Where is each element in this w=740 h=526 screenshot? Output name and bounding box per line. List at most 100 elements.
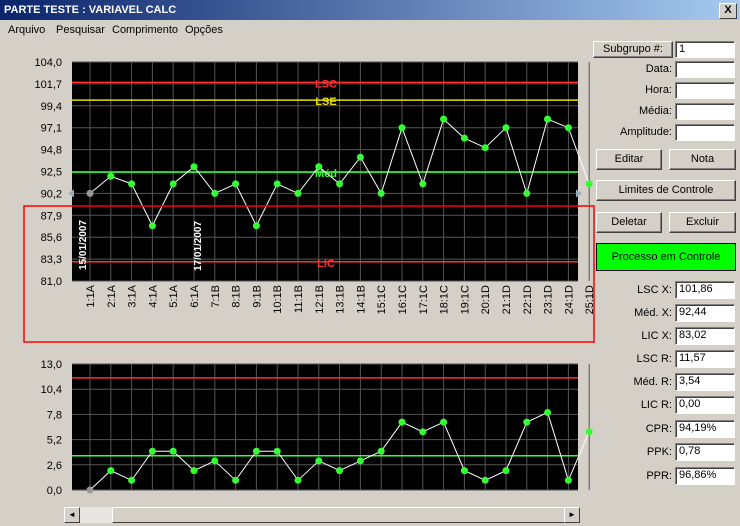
data-point: [440, 418, 448, 426]
range-plot-area: [72, 364, 578, 490]
nota-button[interactable]: Nota: [669, 149, 736, 170]
subgroup-input[interactable]: 1: [675, 41, 735, 58]
data-point: [460, 134, 468, 142]
scroll-left-button[interactable]: ◄: [64, 507, 80, 523]
data-point: [148, 447, 156, 455]
scroll-right-button[interactable]: ►: [564, 507, 580, 523]
y-tick-label: 99,4: [41, 101, 62, 113]
data-point: [377, 447, 385, 455]
y-tick-label: 92,5: [41, 167, 62, 179]
date-label-1: 15/01/2007: [78, 220, 89, 270]
stat-label: Méd. X:: [634, 307, 672, 319]
amplitude-field[interactable]: [675, 124, 735, 141]
date-label-2: 17/01/2007: [193, 221, 204, 271]
data-point: [502, 124, 510, 132]
y-tick-label: 81,0: [41, 276, 62, 288]
data-point: [336, 180, 344, 188]
data-point: [356, 153, 364, 161]
data-point: [440, 115, 448, 123]
x-tick-label: 8:1B: [231, 285, 243, 308]
data-point: [419, 180, 427, 188]
data-point: [585, 428, 593, 436]
stat-label: LSC R:: [636, 353, 672, 365]
deletar-button[interactable]: Deletar: [596, 212, 662, 233]
menu-comprimento[interactable]: Comprimento: [112, 24, 178, 36]
y-tick-label: 5,2: [47, 435, 62, 447]
data-point: [190, 163, 198, 171]
y-tick-label: 85,6: [41, 232, 62, 244]
media-label: Média:: [638, 105, 672, 117]
hora-field[interactable]: [675, 82, 735, 99]
data-point: [232, 476, 240, 484]
scroll-thumb[interactable]: [112, 507, 577, 523]
stat-label: LIC X:: [641, 330, 672, 342]
x-tick-label: 16:1C: [397, 285, 409, 314]
data-point: [252, 447, 260, 455]
title-bar: PARTE TESTE : VARIAVEL CALC X: [0, 0, 740, 20]
y-tick-label: 104,0: [34, 57, 62, 69]
stat-value: 3,54: [675, 373, 735, 391]
limites-button[interactable]: Limites de Controle: [596, 180, 736, 201]
data-point: [544, 115, 552, 123]
stat-value: 0,00: [675, 396, 735, 414]
data-point: [273, 447, 281, 455]
data-point: [356, 457, 364, 465]
media-field[interactable]: [675, 103, 735, 120]
data-point: [502, 467, 510, 475]
stat-label: CPR:: [645, 423, 672, 435]
close-button[interactable]: X: [719, 3, 737, 19]
x-tick-label: 6:1A: [189, 284, 201, 307]
stat-value: 11,57: [675, 350, 735, 368]
data-point: [169, 447, 177, 455]
stat-value: 0,78: [675, 443, 735, 461]
data-point: [294, 189, 302, 197]
y-tick-label: 2,6: [47, 460, 62, 472]
stat-value: 92,44: [675, 304, 735, 322]
data-point: [544, 408, 552, 416]
menu-bar: Arquivo Pesquisar Comprimento Opções: [0, 21, 740, 39]
subgroup-button[interactable]: Subgrupo #:: [593, 41, 673, 58]
window-title: PARTE TESTE : VARIAVEL CALC: [4, 4, 177, 16]
excluir-button[interactable]: Excluir: [669, 212, 736, 233]
stat-label: LIC R:: [640, 399, 672, 411]
y-tick-label: 94,8: [41, 145, 62, 157]
data-point: [128, 476, 136, 484]
data-point: [252, 222, 260, 230]
y-tick-label: 10,4: [41, 384, 62, 396]
data-point: [523, 418, 531, 426]
data-field[interactable]: [675, 61, 735, 78]
data-point: [564, 124, 572, 132]
data-point: [86, 189, 94, 197]
x-tick-label: 22:1D: [522, 285, 534, 314]
data-point: [107, 467, 115, 475]
menu-arquivo[interactable]: Arquivo: [8, 24, 45, 36]
menu-opcoes[interactable]: Opções: [185, 24, 223, 36]
data-point: [211, 189, 219, 197]
data-point: [481, 144, 489, 152]
x-tick-label: 2:1A: [106, 284, 118, 307]
x-tick-label: 24:1D: [563, 285, 575, 314]
x-tick-label: 14:1B: [355, 285, 367, 314]
data-point: [315, 457, 323, 465]
data-point: [148, 222, 156, 230]
data-point: [377, 189, 385, 197]
left-marker: [68, 189, 74, 198]
x-tick-label: 23:1D: [543, 285, 555, 314]
data-point: [169, 180, 177, 188]
stat-label: PPK:: [646, 446, 672, 458]
stat-label: PPR:: [646, 470, 672, 482]
data-point: [294, 476, 302, 484]
hora-label: Hora:: [645, 84, 672, 96]
data-label: Data:: [645, 63, 672, 75]
data-point: [460, 467, 468, 475]
horizontal-scrollbar[interactable]: ◄ ►: [64, 507, 580, 523]
y-tick-label: 0,0: [47, 485, 62, 497]
menu-pesquisar[interactable]: Pesquisar: [56, 24, 105, 36]
y-tick-label: 7,8: [47, 409, 62, 421]
data-point: [315, 163, 323, 171]
x-tick-label: 15:1C: [376, 285, 388, 314]
x-tick-label: 20:1D: [480, 285, 492, 314]
editar-button[interactable]: Editar: [596, 149, 662, 170]
x-tick-label: 7:1B: [210, 285, 222, 308]
process-status-badge: Processo em Controle: [596, 243, 736, 271]
